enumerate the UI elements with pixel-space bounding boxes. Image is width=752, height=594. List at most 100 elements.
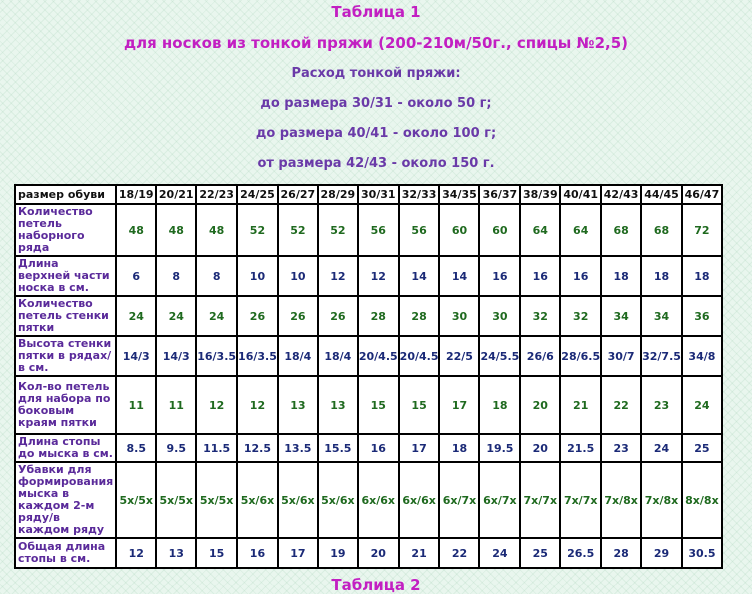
value-cell: 30 [480,297,520,335]
value-cell: 6x/7x [440,463,479,537]
value-cell: 22 [440,539,479,567]
value-cell: 9.5 [157,435,196,461]
value-cell: 18/4 [278,337,317,375]
size-header: 20/21 [157,186,196,203]
value-cell: 68 [642,205,681,255]
value-cell: 24 [117,297,156,335]
row-label: Кол-во петель для набора по боковым края… [16,377,116,433]
value-cell: 32 [561,297,601,335]
value-cell: 19.5 [480,435,520,461]
value-cell: 11 [157,377,196,433]
table-row: Убавки для формирования мыска в каждом 2… [16,463,721,537]
value-cell: 20 [521,377,560,433]
row-label: Убавки для формирования мыска в каждом 2… [16,463,116,537]
value-cell: 30 [440,297,479,335]
value-cell: 11.5 [197,435,237,461]
value-cell: 12 [117,539,156,567]
value-cell: 5x/5x [117,463,156,537]
value-cell: 12.5 [238,435,277,461]
table-2-title: Таблица 2 [331,576,421,594]
table-row: Высота стенки пятки в рядах/в см. 14/3 14/… [16,337,721,375]
value-cell: 30/7 [602,337,641,375]
value-cell: 28 [358,297,398,335]
value-cell: 14/3 [117,337,156,375]
shoe-size-header: размер обуви [16,186,116,203]
size-header: 24/25 [238,186,277,203]
value-cell: 20/4.5 [399,337,439,375]
value-cell: 32/7.5 [642,337,681,375]
value-cell: 14 [440,257,479,295]
value-cell: 24/5.5 [480,337,520,375]
value-cell: 52 [278,205,317,255]
table-row: Общая длина стопы в см. 12 13 15 16 17 19 20 21 2… [16,539,721,567]
size-header: 28/29 [318,186,357,203]
value-cell: 8 [197,257,237,295]
consumption-line-2: до размера 40/41 - около 100 г; [255,126,497,141]
consumption-heading: Расход тонкой пряжи: [291,66,461,81]
value-cell: 5x/6x [318,463,357,537]
row-label: Высота стенки пятки в рядах/в см. [16,337,116,375]
consumption-line-1: до размера 30/31 - около 50 г; [260,96,492,111]
value-cell: 11 [117,377,156,433]
value-cell: 7x/8x [602,463,641,537]
table-row: Количество петель наборного ряда 48 48 48 52… [16,205,721,255]
size-header: 40/41 [561,186,601,203]
value-cell: 10 [278,257,317,295]
value-cell: 26 [318,297,357,335]
value-cell: 24 [642,435,681,461]
value-cell: 19 [318,539,357,567]
value-cell: 52 [318,205,357,255]
value-cell: 18 [602,257,641,295]
value-cell: 14/3 [157,337,196,375]
size-header: 36/37 [480,186,520,203]
value-cell: 12 [197,377,237,433]
value-cell: 12 [238,377,277,433]
row-label: Длина стопы до мыска в см. [16,435,116,461]
value-cell: 10 [238,257,277,295]
value-cell: 48 [197,205,237,255]
table-1-title: Таблица 1 [331,3,421,21]
value-cell: 18 [440,435,479,461]
value-cell: 13 [318,377,357,433]
value-cell: 16/3.5 [238,337,277,375]
value-cell: 72 [682,205,721,255]
value-cell: 16 [238,539,277,567]
value-cell: 18 [642,257,681,295]
table-row: Длина стопы до мыска в см. 8.5 9.5 11.5 12.5… [16,435,721,461]
value-cell: 60 [480,205,520,255]
value-cell: 34 [642,297,681,335]
row-label: Количество петель наборного ряда [16,205,116,255]
value-cell: 26 [278,297,317,335]
value-cell: 25 [521,539,560,567]
value-cell: 7x/7x [561,463,601,537]
value-cell: 56 [399,205,439,255]
table-subtitle: для носков из тонкой пряжи (200-210м/50г… [123,34,629,52]
value-cell: 8.5 [117,435,156,461]
value-cell: 48 [117,205,156,255]
value-cell: 16/3.5 [197,337,237,375]
value-cell: 14 [399,257,439,295]
value-cell: 17 [399,435,439,461]
value-cell: 34 [602,297,641,335]
value-cell: 18 [682,257,721,295]
value-cell: 12 [318,257,357,295]
value-cell: 29 [642,539,681,567]
value-cell: 12 [358,257,398,295]
value-cell: 6 [117,257,156,295]
value-cell: 21 [399,539,439,567]
value-cell: 15 [197,539,237,567]
table-row: Количество петель стенки пятки 24 24 24 26 26… [16,297,721,335]
value-cell: 5x/6x [238,463,277,537]
value-cell: 26/6 [521,337,560,375]
size-header: 38/39 [521,186,560,203]
value-cell: 24 [197,297,237,335]
row-label: Длина верхней части носка в см. [16,257,116,295]
value-cell: 18 [480,377,520,433]
value-cell: 20 [521,435,560,461]
value-cell: 64 [521,205,560,255]
size-header: 18/19 [117,186,156,203]
value-cell: 28 [399,297,439,335]
value-cell: 13 [278,377,317,433]
size-header: 32/33 [399,186,439,203]
value-cell: 20 [358,539,398,567]
